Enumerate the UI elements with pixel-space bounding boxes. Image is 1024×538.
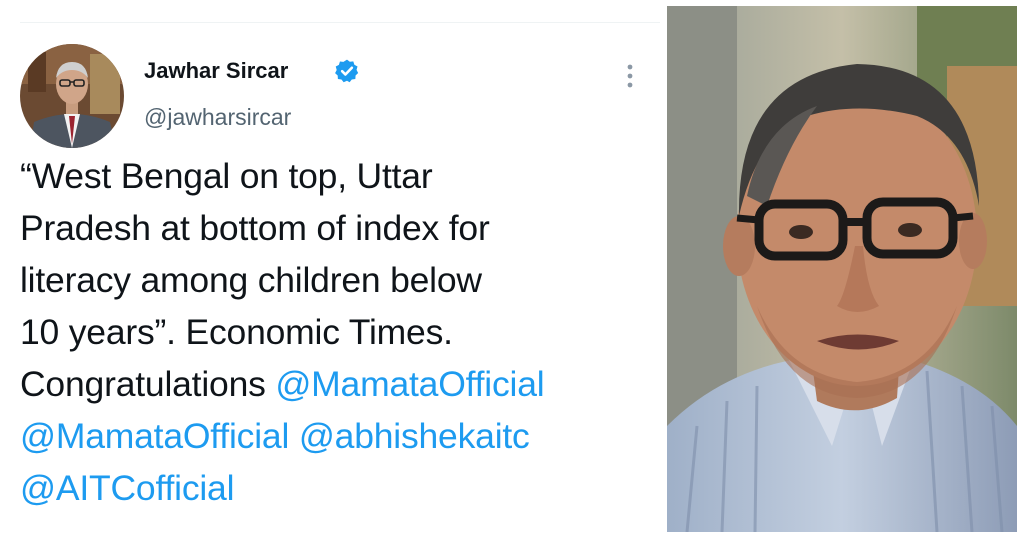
mention-link-abhishekaitc[interactable]: @abhishekaitc [299,416,530,456]
tweet-text-line: @MamataOfficial @abhishekaitc [20,410,656,462]
tweet-text-line: @AITCofficial [20,462,656,514]
avatar[interactable] [20,44,124,148]
tweet-text-line: Congratulations @MamataOfficial [20,358,656,410]
author-name[interactable]: Jawhar Sircar [144,58,288,84]
tweet-text: “West Bengal on top, Uttar Pradesh at bo… [20,150,656,514]
mention-link-mamataofficial[interactable]: @MamataOfficial [275,364,544,404]
mention-link-mamataofficial[interactable]: @MamataOfficial [20,416,289,456]
tweet-card: Jawhar Sircar @jawharsircar “West Bengal… [0,0,660,538]
divider [20,22,660,23]
tweet-text-line: “West Bengal on top, Uttar [20,156,433,196]
portrait-photo [667,6,1017,532]
mention-link-aitcofficial[interactable]: @AITCofficial [20,468,234,508]
tweet-text-line: Pradesh at bottom of index for [20,208,490,248]
congrats-text: Congratulations [20,364,276,404]
author-handle[interactable]: @jawharsircar [144,104,291,131]
verified-badge-icon [335,59,359,83]
tweet-text-line: literacy among children below [20,260,482,300]
more-options-icon[interactable] [618,62,642,90]
tweet-text-line: 10 years”. Economic Times. [20,312,453,352]
